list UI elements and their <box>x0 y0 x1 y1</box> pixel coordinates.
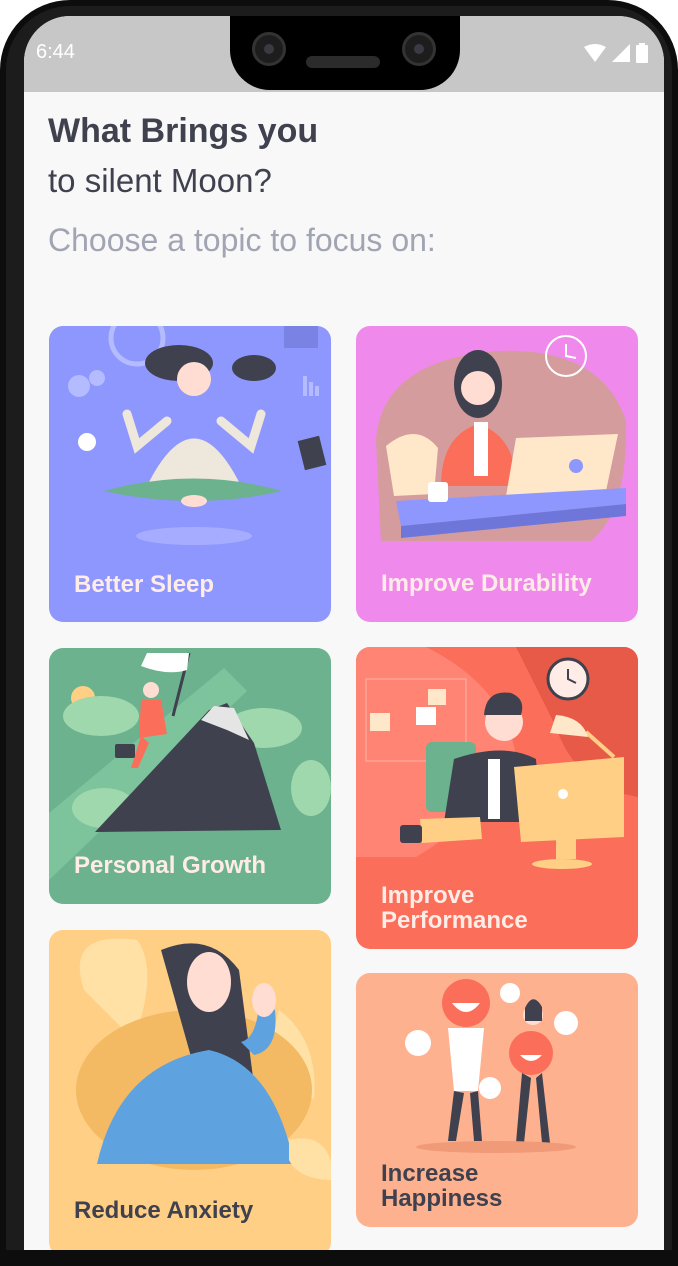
topic-card-reduce-anxiety[interactable]: Reduce Anxiety <box>49 930 331 1256</box>
status-time: 6:44 <box>36 41 75 63</box>
topic-card-improve-durability[interactable]: Improve Durability <box>356 326 638 622</box>
status-icons <box>584 42 648 64</box>
bottom-bar <box>0 1250 678 1266</box>
topic-label: Reduce Anxiety <box>74 1197 254 1224</box>
wifi-icon <box>584 44 606 62</box>
phone-bezel: 6:44 What Brings you to silent Moon? Cho… <box>6 6 672 1266</box>
topic-label: Personal Growth <box>74 852 267 879</box>
topic-label: Increase Happiness <box>381 1160 503 1212</box>
battery-icon <box>636 43 648 63</box>
topic-label: Better Sleep <box>74 571 215 598</box>
screen: 6:44 What Brings you to silent Moon? Cho… <box>24 16 664 1256</box>
status-bar: 6:44 <box>24 16 664 92</box>
topic-label: Improve Performance <box>381 882 528 934</box>
topic-card-better-sleep[interactable]: Better Sleep <box>49 326 331 622</box>
topic-prompt: Choose a topic to focus on: <box>48 222 436 258</box>
topic-card-increase-happiness[interactable]: Increase Happiness <box>356 973 638 1227</box>
front-camera-icon <box>252 32 286 66</box>
topic-card-improve-performance[interactable]: Improve Performance <box>356 647 638 949</box>
earpiece-speaker <box>306 56 380 68</box>
camera-notch <box>230 16 460 90</box>
signal-icon <box>612 44 630 62</box>
front-camera-icon <box>402 32 436 66</box>
page-subtitle: to silent Moon? <box>48 162 272 199</box>
phone-frame: 6:44 What Brings you to silent Moon? Cho… <box>0 0 678 1266</box>
topic-label: Improve Durability <box>381 570 592 597</box>
topic-card-personal-growth[interactable]: Personal Growth <box>49 648 331 904</box>
page-title: What Brings you <box>48 112 319 150</box>
